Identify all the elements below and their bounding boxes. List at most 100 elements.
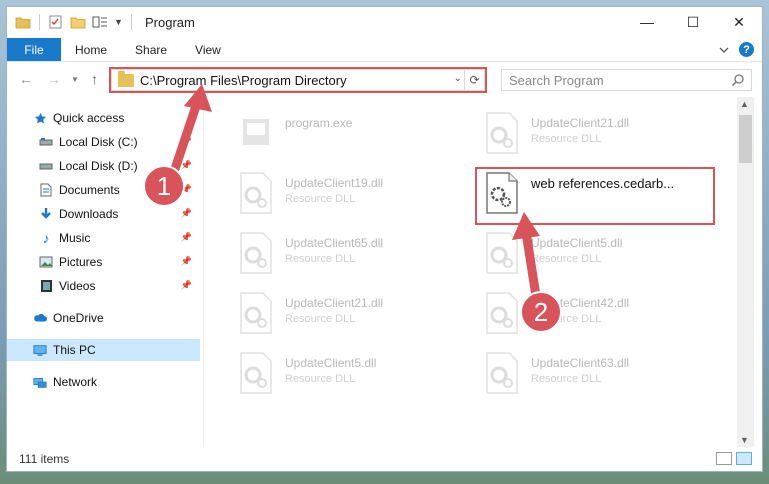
window-title: Program — [145, 15, 195, 30]
pin-icon[interactable]: 📌 — [181, 160, 192, 171]
sidebar-item-label: Local Disk (D:) — [59, 159, 138, 173]
up-arrow-icon[interactable]: ↑ — [91, 71, 98, 87]
file-name: program.exe — [285, 116, 353, 130]
sidebar-item-label: This PC — [53, 343, 96, 357]
tab-home[interactable]: Home — [61, 38, 121, 61]
vertical-scrollbar[interactable]: ▲ ▼ — [737, 97, 754, 447]
forward-arrow-icon[interactable]: → — [47, 71, 61, 87]
sidebar-item-this-pc[interactable]: This PC — [7, 339, 200, 361]
pin-icon[interactable]: 📌 — [181, 136, 192, 147]
exe-file-icon — [243, 119, 269, 145]
sidebar-item-local-disk-c[interactable]: Local Disk (C:) 📌 — [7, 131, 200, 153]
chevron-down-icon[interactable] — [719, 46, 729, 54]
explorer-window: ▼ Program — ☐ ✕ File Home Share View ? ←… — [6, 6, 763, 472]
view-switcher — [716, 452, 752, 465]
back-arrow-icon[interactable]: ← — [19, 71, 33, 87]
folder-icon[interactable] — [15, 15, 31, 29]
sidebar-item-music[interactable]: ♪ Music 📌 — [7, 227, 200, 249]
sidebar-item-label: Network — [53, 375, 98, 389]
dll-file-icon — [240, 232, 272, 274]
search-input[interactable]: Search Program — [501, 69, 752, 91]
sidebar-item-local-disk-d[interactable]: Local Disk (D:) 📌 — [7, 155, 200, 177]
dll-file-icon — [240, 352, 272, 394]
dll-file-icon — [486, 232, 518, 274]
help-icon[interactable]: ? — [739, 42, 754, 57]
file-item[interactable]: program.exe — [237, 111, 467, 159]
file-type: Resource DLL — [531, 373, 602, 385]
sidebar-item-downloads[interactable]: Downloads 📌 — [7, 203, 200, 225]
pin-icon[interactable]: 📌 — [181, 280, 192, 291]
tab-share[interactable]: Share — [121, 38, 181, 61]
sidebar-item-label: Music — [59, 231, 91, 245]
sidebar-item-videos[interactable]: Videos 📌 — [7, 275, 200, 297]
sidebar-item-pictures[interactable]: Pictures 📌 — [7, 251, 200, 273]
maximize-button[interactable]: ☐ — [670, 7, 716, 37]
navigation-pane: Quick access Local Disk (C:) 📌 Local Dis… — [7, 97, 200, 447]
pin-icon[interactable]: 📌 — [181, 232, 192, 243]
file-item[interactable]: UpdateClient5.dll Resource DLL — [237, 351, 467, 399]
status-bar: 111 items — [7, 447, 762, 471]
details-view-icon[interactable] — [716, 452, 732, 465]
sidebar-item-label: Downloads — [59, 207, 119, 221]
file-name: UpdateClient21.dll — [285, 296, 384, 310]
file-type: Resource DLL — [285, 373, 356, 385]
drive-icon — [39, 135, 53, 149]
scroll-down-icon[interactable]: ▼ — [740, 435, 749, 445]
sidebar-item-label: Quick access — [53, 111, 125, 125]
tab-view[interactable]: View — [181, 38, 235, 61]
ribbon-tabs: File Home Share View ? — [7, 38, 762, 62]
sidebar-item-documents[interactable]: Documents 📌 — [7, 179, 200, 201]
tiles-view-icon[interactable] — [736, 452, 752, 465]
file-item[interactable]: UpdateClient21.dll Resource DLL — [237, 291, 467, 339]
sidebar-item-label: Local Disk (C:) — [59, 135, 138, 149]
toolbar-separator — [39, 14, 40, 30]
quick-access-toolbar: ▼ — [15, 14, 134, 30]
dll-file-icon — [240, 172, 272, 214]
sidebar-item-onedrive[interactable]: OneDrive — [7, 307, 200, 329]
pin-icon[interactable]: 📌 — [181, 256, 192, 267]
file-name: UpdateClient21.dll — [531, 116, 630, 130]
tab-file[interactable]: File — [7, 38, 61, 61]
file-item[interactable]: UpdateClient63.dll Resource DLL — [483, 351, 713, 399]
recent-locations-icon[interactable]: ▼ — [71, 75, 79, 84]
customize-dropdown-icon[interactable]: ▼ — [114, 17, 123, 27]
download-icon — [39, 207, 53, 221]
file-item[interactable]: UpdateClient65.dll Resource DLL — [237, 231, 467, 279]
scroll-up-icon[interactable]: ▲ — [740, 99, 749, 109]
dll-file-icon — [486, 292, 518, 334]
window-controls: — ☐ ✕ — [624, 7, 762, 37]
file-type: Resource DLL — [531, 133, 602, 145]
pin-icon[interactable]: 📌 — [181, 208, 192, 219]
dll-file-icon — [486, 112, 518, 154]
network-icon — [33, 375, 47, 389]
file-name: UpdateClient5.dll — [531, 236, 623, 250]
sidebar-item-network[interactable]: Network — [7, 371, 200, 393]
music-icon: ♪ — [42, 230, 50, 246]
minimize-button[interactable]: — — [624, 7, 670, 37]
pin-icon[interactable]: 📌 — [181, 184, 192, 195]
file-item[interactable]: UpdateClient19.dll Resource DLL — [237, 171, 467, 219]
documents-icon — [39, 183, 53, 197]
dll-file-icon — [240, 292, 272, 334]
sidebar-item-label: Pictures — [59, 255, 103, 269]
file-name: UpdateClient5.dll — [285, 356, 377, 370]
file-item[interactable]: UpdateClient42.dll Resource DLL — [483, 291, 713, 339]
properties-icon[interactable] — [48, 15, 64, 29]
file-item[interactable]: UpdateClient21.dll Resource DLL — [483, 111, 713, 159]
navigation-bar: ← → ▼ ↑ C:\Program Files\Program Directo… — [7, 63, 762, 97]
dll-file-icon — [486, 352, 518, 394]
close-button[interactable]: ✕ — [716, 7, 762, 37]
cloud-icon — [33, 311, 47, 325]
drive-icon — [39, 159, 53, 173]
sidebar-item-quick-access[interactable]: Quick access — [7, 107, 200, 129]
file-list: program.exe UpdateClient19.dll Resource D… — [207, 97, 737, 447]
file-item[interactable]: UpdateClient5.dll Resource DLL — [483, 231, 713, 279]
file-type: Resource DLL — [285, 193, 356, 205]
new-folder-icon[interactable] — [70, 15, 86, 29]
sidebar-item-label: Videos — [59, 279, 96, 293]
view-options-icon[interactable] — [92, 15, 108, 29]
scroll-thumb[interactable] — [739, 115, 752, 163]
search-icon[interactable] — [731, 73, 745, 87]
videos-icon — [39, 279, 53, 293]
file-name: UpdateClient42.dll — [531, 296, 630, 310]
